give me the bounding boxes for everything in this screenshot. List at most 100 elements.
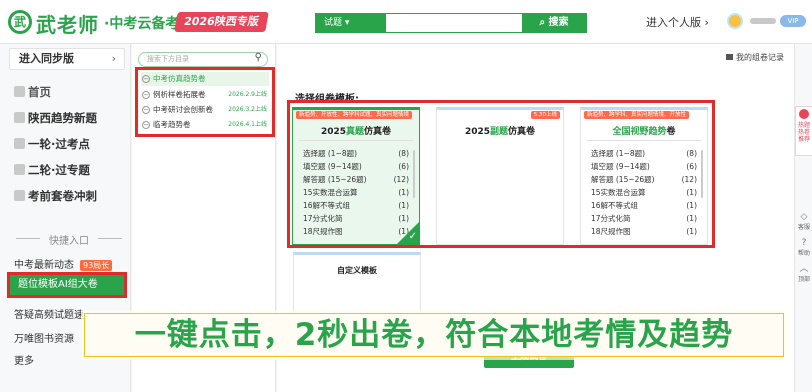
- card-title-highlight: 真题: [346, 127, 365, 137]
- quick-item-news[interactable]: 中考最新动态 93局长: [14, 256, 113, 271]
- rail-label: 客服: [797, 224, 810, 231]
- customer-service-button[interactable]: ◇ 客服: [795, 212, 812, 231]
- card-title: 全国视野趋势卷: [581, 124, 707, 137]
- question-label: 16解不等式组: [303, 201, 351, 210]
- sidebar-item-trend[interactable]: 陕西趋势新题: [14, 110, 97, 126]
- card-question-list: 选择题 (1~8题) (8) 填空题 (9~14题) (6) 解答题 (15~26题…: [591, 147, 697, 238]
- my-record-link[interactable]: 我的组卷记录: [726, 52, 784, 63]
- card-title: 2025副题仿真卷: [437, 124, 563, 137]
- template-card[interactable]: 新趋势、开放性、跨学科试题、真实问题情境 2025真题仿真卷 选择题 (1~8题…: [292, 107, 420, 245]
- search-icon[interactable]: ⚲: [255, 52, 262, 63]
- quick-item-ai-paper[interactable]: 题位模板AI组大卷: [7, 272, 127, 298]
- help-icon: ?: [801, 238, 807, 248]
- service-icon: ◇: [800, 212, 808, 222]
- card-title-prefix: 2025: [320, 127, 347, 137]
- collapse-icon[interactable]: −: [142, 106, 150, 114]
- search-type-select[interactable]: 试题 ▾: [316, 14, 386, 32]
- card-date-tag: 5.30上线: [530, 111, 560, 119]
- rail-label: 帮助: [797, 250, 810, 257]
- flame-icon: [799, 109, 809, 119]
- hot-recommend-label: 热题热卷推荐: [797, 122, 810, 143]
- right-rail: 热题热卷推荐 ◇ 客服 ? 帮助 ︿ 顶部: [794, 44, 812, 392]
- sidebar-item-label: 二轮·过专题: [28, 163, 90, 177]
- sync-version-button[interactable]: 进入同步版 ›: [9, 48, 125, 70]
- home-icon: [14, 86, 25, 97]
- card-title-prefix: 2025: [464, 127, 491, 137]
- directory-item[interactable]: − 例析样卷拓展卷 2026.2.9上线: [141, 88, 269, 102]
- card-title-highlight: 副题: [490, 127, 509, 137]
- sidebar-item-round1[interactable]: 一轮·过考点: [14, 136, 90, 152]
- top-header: 武 武老师 ·中考云备考 2026陕西专版 试题 ▾ ⌕ 搜索 进入个人版 › …: [0, 0, 812, 44]
- card-question-list: 选择题 (1~8题) (8) 填空题 (9~14题) (6) 解答题 (15~26题…: [303, 147, 409, 238]
- quick-item-faq[interactable]: 答疑高频试题速: [14, 306, 84, 321]
- search-bar: 试题 ▾ ⌕ 搜索: [315, 13, 587, 33]
- sync-version-label: 进入同步版: [19, 52, 74, 65]
- directory-item-date: 2026.3.2上线: [228, 106, 267, 113]
- hot-recommend-button[interactable]: 热题热卷推荐: [795, 106, 812, 156]
- card-title: 2025真题仿真卷: [293, 124, 419, 137]
- question-row: 15实数混合运算 (1): [591, 186, 697, 199]
- question-row: 17分式化简 (1): [591, 212, 697, 225]
- card-tags: 新趋势、跨学科、真实问题情境、开放性: [584, 111, 690, 119]
- template-panel: 新趋势、开放性、跨学科试题、真实问题情境 2025真题仿真卷 选择题 (1~8题…: [287, 100, 715, 248]
- question-label: 15实数混合运算: [303, 188, 358, 197]
- question-row: 选择题 (1~8题) (8): [303, 147, 409, 160]
- directory-item[interactable]: − 中考仿真趋势卷: [141, 72, 269, 86]
- directory-item[interactable]: − 临考趋势卷 2026.4.1上线: [141, 118, 269, 132]
- sidebar-item-label: 首页: [28, 85, 51, 99]
- directory-search-input[interactable]: 搜索下方目录 ⚲: [138, 52, 268, 67]
- rail-label: 顶部: [797, 276, 810, 283]
- template-card[interactable]: 5.30上线 2025副题仿真卷: [436, 107, 564, 245]
- chevron-up-icon: ︿: [799, 264, 809, 274]
- card-title-suffix: 仿真卷: [508, 127, 536, 137]
- directory-item[interactable]: − 中考研讨会创新卷 2026.3.2上线: [141, 103, 269, 117]
- question-row: 17分式化简 (1): [303, 212, 409, 225]
- question-row: 选择题 (1~8题) (8): [591, 147, 697, 160]
- question-count: (1): [686, 188, 697, 197]
- quick-item-label: 中考最新动态: [14, 260, 74, 271]
- question-label: 16解不等式组: [591, 201, 639, 210]
- sidebar-item-sprint[interactable]: 考前套卷冲刺: [14, 188, 97, 204]
- search-button[interactable]: ⌕ 搜索: [522, 14, 586, 32]
- collapse-icon[interactable]: −: [142, 75, 150, 83]
- question-row: 解答题 (15~26题) (12): [591, 173, 697, 186]
- question-row: 填空题 (9~14题) (6): [303, 160, 409, 173]
- card-tags: 新趋势、开放性、跨学科试题、真实问题情境: [296, 111, 413, 119]
- collapse-icon[interactable]: −: [142, 91, 150, 99]
- avatar[interactable]: [727, 13, 743, 29]
- card-scrollbar[interactable]: [701, 150, 703, 198]
- enter-personal-link[interactable]: 进入个人版 ›: [646, 14, 709, 30]
- question-row: 解答题 (15~26题) (12): [303, 173, 409, 186]
- help-button[interactable]: ? 帮助: [795, 238, 812, 257]
- directory-item-date: 2026.2.9上线: [228, 91, 267, 98]
- question-count: (8): [398, 149, 409, 158]
- username-redacted: [750, 18, 776, 24]
- sidebar-item-round2[interactable]: 二轮·过专题: [14, 162, 90, 178]
- card-title-suffix: 卷: [666, 127, 676, 137]
- card-title-highlight: 全国视野趋势: [612, 127, 667, 137]
- question-count: (12): [393, 175, 409, 184]
- back-to-top-button[interactable]: ︿ 顶部: [795, 264, 812, 283]
- grid-icon: [14, 138, 25, 149]
- logo-icon: 武: [8, 10, 32, 34]
- sidebar-item-label: 考前套卷冲刺: [28, 189, 97, 203]
- card-scrollbar[interactable]: [413, 150, 415, 198]
- card-title-suffix: 仿真卷: [364, 127, 392, 137]
- question-label: 解答题 (15~26题): [303, 175, 367, 184]
- quick-item-books[interactable]: 万唯图书资源: [14, 330, 74, 345]
- question-count: (1): [398, 201, 409, 210]
- question-count: (6): [398, 162, 409, 171]
- question-count: (1): [686, 214, 697, 223]
- sidebar-item-home[interactable]: 首页: [14, 84, 51, 100]
- question-label: 选择题 (1~8题): [303, 149, 358, 158]
- template-card[interactable]: 新趋势、跨学科、真实问题情境、开放性 全国视野趋势卷 选择题 (1~8题) (8)…: [580, 107, 708, 245]
- question-label: 15实数混合运算: [591, 188, 646, 197]
- question-row: 15实数混合运算 (1): [303, 186, 409, 199]
- brand-subtitle: ·中考云备考: [104, 16, 180, 32]
- sidebar-item-label: 一轮·过考点: [28, 137, 90, 151]
- collapse-icon[interactable]: −: [142, 121, 150, 129]
- question-label: 解答题 (15~26题): [591, 175, 655, 184]
- version-badge: 2026陕西专版: [174, 12, 269, 32]
- quick-item-more[interactable]: 更多: [14, 352, 34, 367]
- question-count: (1): [686, 201, 697, 210]
